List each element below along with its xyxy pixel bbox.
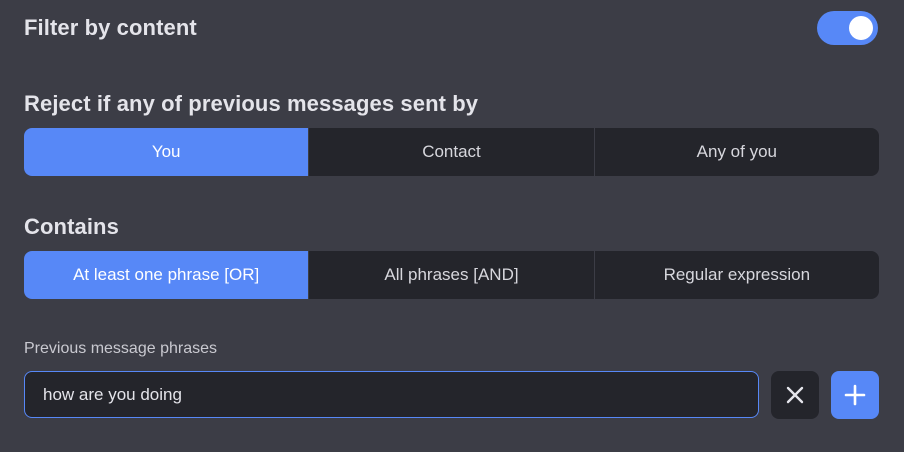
phrase-input[interactable] bbox=[24, 371, 759, 418]
clear-button[interactable] bbox=[771, 371, 819, 419]
filter-title: Filter by content bbox=[24, 15, 197, 40]
sender-option-contact[interactable]: Contact bbox=[308, 128, 593, 176]
toggle-knob bbox=[849, 16, 873, 40]
contains-option-regex[interactable]: Regular expression bbox=[593, 251, 879, 299]
filter-toggle[interactable] bbox=[817, 11, 878, 45]
plus-icon bbox=[844, 384, 866, 406]
sender-option-any[interactable]: Any of you bbox=[593, 128, 879, 176]
close-icon bbox=[786, 386, 804, 404]
phrases-label: Previous message phrases bbox=[24, 340, 217, 357]
contains-option-or[interactable]: At least one phrase [OR] bbox=[24, 251, 309, 299]
sender-title: Reject if any of previous messages sent … bbox=[24, 91, 479, 116]
sender-option-you[interactable]: You bbox=[24, 128, 309, 176]
contains-segmented-control: At least one phrase [OR] All phrases [AN… bbox=[24, 251, 879, 299]
contains-option-and[interactable]: All phrases [AND] bbox=[308, 251, 593, 299]
add-phrase-button[interactable] bbox=[831, 371, 879, 419]
filter-panel: Filter by content Reject if any of previ… bbox=[0, 0, 904, 452]
contains-title: Contains bbox=[24, 214, 119, 239]
sender-segmented-control: You Contact Any of you bbox=[24, 128, 879, 176]
